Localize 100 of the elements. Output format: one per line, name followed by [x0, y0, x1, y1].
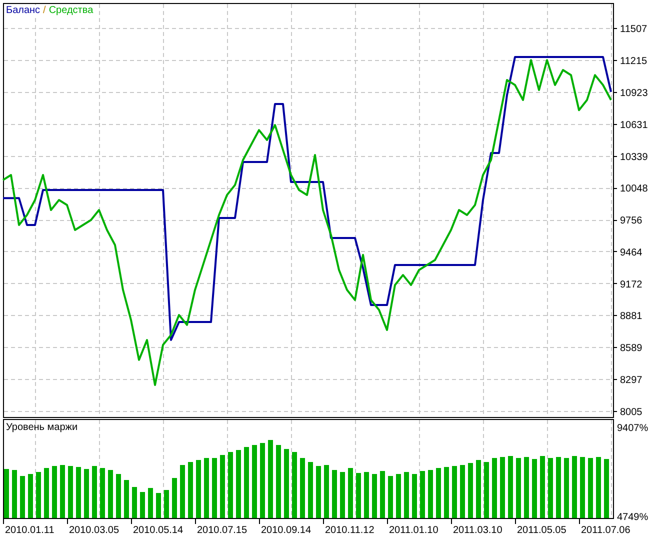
margin-bar: [532, 459, 537, 518]
margin-bar: [588, 458, 593, 518]
margin-bar: [508, 456, 513, 518]
margin-bar: [44, 468, 49, 518]
margin-bar: [92, 466, 97, 518]
axis-label: 10923: [620, 88, 648, 99]
date-label: 2011.03.10: [453, 525, 502, 536]
margin-bar: [156, 493, 161, 518]
margin-bar: [284, 448, 289, 518]
margin-bar: [28, 474, 33, 518]
axis-label: 8005: [620, 406, 642, 418]
margin-bar: [420, 471, 425, 518]
margin-bar: [196, 460, 201, 518]
margin-bar: [100, 468, 105, 518]
date-label: 2011.07.06: [581, 525, 630, 536]
margin-bar: [188, 462, 193, 518]
margin-bar: [444, 466, 449, 518]
axis-label: 11215: [620, 56, 648, 67]
margin-bar: [436, 468, 441, 518]
axis-label: 4749%: [617, 512, 648, 523]
date-label: 2010.05.14: [133, 525, 184, 536]
margin-bar: [4, 469, 9, 518]
margin-bar: [468, 463, 473, 518]
margin-bar: [396, 474, 401, 518]
margin-bar: [412, 474, 417, 518]
axis-label: 10339: [620, 152, 648, 163]
margin-bar: [212, 458, 217, 518]
margin-bar: [244, 447, 249, 518]
margin-bar: [348, 468, 353, 518]
margin-bar: [36, 472, 41, 518]
axis-label: 9172: [620, 279, 642, 290]
axis-label: 9407%: [617, 423, 648, 434]
margin-bar: [308, 462, 313, 518]
margin-bar: [476, 460, 481, 518]
margin-bar: [132, 487, 137, 518]
margin-bar: [124, 480, 129, 518]
date-label: 2011.01.10: [389, 525, 438, 536]
margin-bar: [500, 457, 505, 518]
panel-title: Уровень маржи: [6, 422, 78, 433]
margin-bar: [52, 466, 57, 518]
margin-bar: [596, 457, 601, 518]
margin-bar: [164, 490, 169, 518]
axis-label: 9756: [620, 216, 642, 227]
axis-label: 8589: [620, 343, 642, 354]
margin-bar: [372, 474, 377, 518]
margin-bar: [388, 476, 393, 518]
axis-label: 8881: [620, 311, 642, 322]
axis-label: 9464: [620, 247, 642, 258]
margin-bar: [76, 466, 81, 518]
margin-bar: [564, 458, 569, 518]
date-label: 2010.09.14: [261, 525, 312, 536]
margin-bar: [492, 458, 497, 518]
margin-bar: [428, 470, 433, 518]
margin-bar: [220, 454, 225, 518]
margin-bar: [228, 452, 233, 518]
margin-bar: [484, 462, 489, 518]
margin-bar: [148, 488, 153, 518]
date-label: 2010.07.15: [197, 525, 248, 536]
margin-bar: [68, 466, 73, 518]
margin-bar: [340, 472, 345, 518]
margin-bar: [180, 465, 185, 518]
legend-separator: /: [43, 5, 46, 16]
margin-bar: [172, 478, 177, 518]
margin-bar: [292, 452, 297, 518]
margin-bar: [540, 456, 545, 518]
margin-bar: [108, 470, 113, 518]
margin-bar: [300, 458, 305, 518]
legend-label: Баланс: [6, 5, 40, 16]
axis-label: 10048: [620, 184, 648, 195]
margin-bar: [460, 465, 465, 518]
margin-bar: [404, 472, 409, 518]
margin-bar: [604, 459, 609, 518]
margin-bar: [316, 466, 321, 518]
margin-bar: [548, 458, 553, 518]
margin-bar: [556, 457, 561, 518]
margin-bar: [324, 465, 329, 518]
axis-label: 11507: [620, 24, 648, 36]
margin-bar: [580, 457, 585, 518]
legend-label: Средства: [48, 5, 94, 16]
date-label: 2011.05.05: [517, 525, 566, 536]
axis-label: 10631: [620, 120, 648, 131]
margin-bar: [60, 465, 65, 518]
margin-bar: [516, 458, 521, 518]
margin-bar: [20, 476, 25, 518]
axis-label: 8297: [620, 375, 642, 386]
margin-bar: [356, 472, 361, 518]
margin-bar: [204, 458, 209, 518]
margin-bar: [332, 470, 337, 518]
margin-bar: [236, 450, 241, 518]
margin-bar: [364, 472, 369, 518]
margin-bar: [452, 466, 457, 518]
margin-bar: [116, 474, 121, 518]
date-label: 2010.11.12: [325, 525, 374, 536]
margin-bar: [84, 469, 89, 518]
margin-bar: [524, 457, 529, 518]
date-label: 2010.01.11: [5, 525, 54, 536]
margin-bar: [572, 456, 577, 518]
margin-bar: [380, 471, 385, 518]
margin-bar: [12, 470, 17, 518]
date-label: 2010.03.05: [69, 525, 120, 536]
